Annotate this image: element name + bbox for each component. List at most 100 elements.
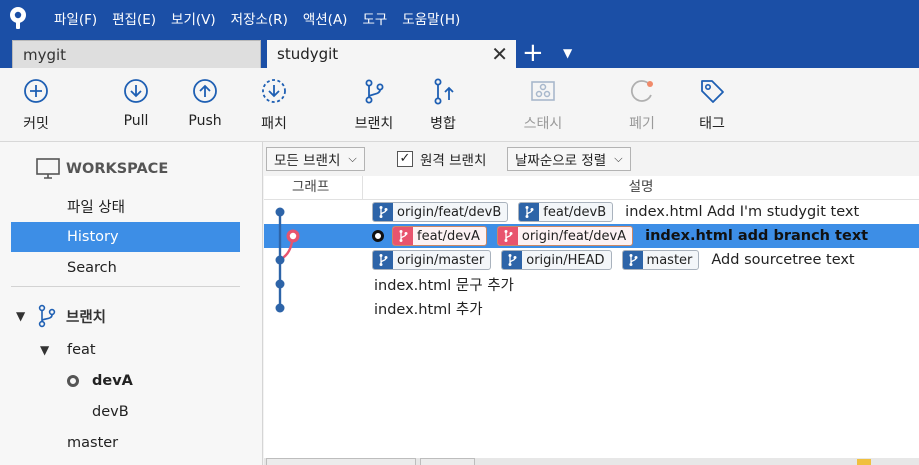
ref-name: origin/feat/devB [397,204,502,220]
fetch-label: 패치 [261,116,287,132]
ref-badge: origin/master [372,250,492,270]
commit-message: index.html add branch text [645,228,869,244]
commit-row[interactable]: origin/master origin/HEAD master Add sou… [264,248,919,272]
bottom-panel-tabs [264,458,919,465]
branch-icon [497,227,518,245]
branch-button[interactable]: 브랜치 [344,76,404,133]
history-filter-bar: 모든 브랜치 ⌵ ✓ 원격 브랜치 날짜순으로 정렬 ⌵ [264,142,919,176]
branch-icon [393,227,413,245]
sidebar-item-file-status[interactable]: 파일 상태 [11,191,240,221]
add-tab-icon[interactable]: + [522,39,544,67]
sidebar: WORKSPACE 파일 상태 History Search ▼ 브랜치 ▼ f… [0,142,263,465]
sidebar-item-label: History [67,229,119,245]
menu-repository[interactable]: 저장소(R) [231,8,288,28]
commit-message: index.html Add I'm studygit text [625,204,860,220]
ref-name: origin/master [397,252,485,268]
bottom-tab[interactable] [266,458,416,465]
head-indicator-icon [372,230,384,242]
fetch-button[interactable]: 패치 [244,76,304,133]
commit-message: Add sourcetree text [711,252,855,268]
stash-button[interactable]: 스태시 [513,76,573,133]
chevron-down-icon: ⌵ [614,152,623,165]
sort-value: 날짜순으로 정렬 [515,153,607,169]
pull-button[interactable]: Pull [106,76,166,129]
commit-graph [275,207,300,313]
panel-icon [857,459,871,465]
ref-name: master [646,252,693,268]
tab-label: studygit [277,45,339,63]
sidebar-item-search[interactable]: Search [11,253,240,283]
close-tab-icon[interactable]: ✕ [491,43,508,65]
commit-row-selected[interactable]: feat/devA origin/feat/devA index.html ad… [264,224,919,248]
tab-studygit[interactable]: studygit ✕ [267,40,516,68]
ref-badge: origin/feat/devB [372,202,509,222]
branch-master[interactable]: master [67,435,118,451]
history-column-header: 그래프 설명 [264,176,919,200]
toolbar: 커밋 Pull Push 패치 브랜치 병합 스태시 폐기 태그 [0,68,919,142]
graph-commit-dot [275,279,285,289]
commit-row[interactable]: origin/feat/devB feat/devB index.html Ad… [264,200,919,224]
menu-file[interactable]: 파일(F) [54,8,97,28]
ref-badge: master [621,250,700,270]
branches-group[interactable]: ▼ 브랜치 [16,304,106,328]
menu-help[interactable]: 도움말(H) [402,8,460,28]
menu-tools[interactable]: 도구 [362,8,387,28]
chevron-down-icon[interactable]: ▼ [16,309,30,323]
chevron-down-icon: ⌵ [348,152,357,165]
ref-badge: origin/HEAD [501,250,612,270]
tag-button[interactable]: 태그 [682,76,742,133]
menu-edit[interactable]: 편집(E) [112,8,156,28]
branch-icon [502,251,523,269]
repo-tab-strip: mygit studygit ✕ + ▼ [0,36,919,68]
push-label: Push [188,113,222,129]
graph-head-commit-center [289,232,297,240]
sidebar-item-history[interactable]: History [11,222,240,252]
commit-row[interactable]: index.html 문구 추가 [264,272,919,296]
merge-icon [434,78,454,105]
merge-button[interactable]: 병합 [413,76,473,133]
column-description[interactable]: 설명 [363,176,919,200]
branch-devA-label: devA [92,373,133,389]
branch-filter-dropdown[interactable]: 모든 브랜치 ⌵ [266,147,365,171]
stash-icon [531,81,555,101]
tab-dropdown-icon[interactable]: ▼ [563,42,572,64]
history-panel: 모든 브랜치 ⌵ ✓ 원격 브랜치 날짜순으로 정렬 ⌵ 그래프 설명 orig… [264,142,919,465]
pull-label: Pull [123,113,149,129]
tag-label: 태그 [699,116,725,132]
bottom-tab[interactable] [420,458,475,465]
sort-dropdown[interactable]: 날짜순으로 정렬 ⌵ [507,147,631,171]
commit-message: index.html 추가 [374,301,483,318]
sourcetree-logo-icon [0,0,36,36]
tab-mygit[interactable]: mygit [12,40,261,68]
column-graph[interactable]: 그래프 [264,176,363,200]
merge-label: 병합 [430,116,456,132]
branch-devB[interactable]: devB [92,404,129,420]
commit-row[interactable]: index.html 추가 [264,296,919,320]
branch-icon [38,304,56,328]
branch-filter-value: 모든 브랜치 [274,153,341,169]
sidebar-item-label: Search [67,260,117,276]
folder-feat-label: feat [67,342,96,358]
ref-name: origin/feat/devA [521,228,627,244]
commit-button[interactable]: 커밋 [6,76,66,133]
monitor-icon [36,158,60,179]
ref-name: origin/HEAD [526,252,605,268]
branches-label: 브랜치 [66,309,107,326]
menu-view[interactable]: 보기(V) [171,8,216,28]
workspace-label: WORKSPACE [66,161,169,177]
checkbox-checked-icon[interactable]: ✓ [397,151,413,167]
workspace-header: WORKSPACE [36,158,168,180]
ref-name: feat/devB [543,204,607,220]
branch-devA[interactable]: devA [67,373,133,389]
sidebar-item-label: 파일 상태 [67,199,125,216]
discard-button[interactable]: 폐기 [612,76,672,133]
ref-badge: feat/devA [392,226,487,246]
push-button[interactable]: Push [175,76,235,129]
folder-feat[interactable]: ▼ feat [40,342,96,358]
discard-refresh-icon [630,80,653,102]
branch-icon [373,203,393,221]
ref-name: feat/devA [417,228,480,244]
remote-branches-toggle[interactable]: ✓ 원격 브랜치 [397,149,486,169]
menu-actions[interactable]: 액션(A) [303,8,348,28]
chevron-down-icon[interactable]: ▼ [40,343,54,357]
